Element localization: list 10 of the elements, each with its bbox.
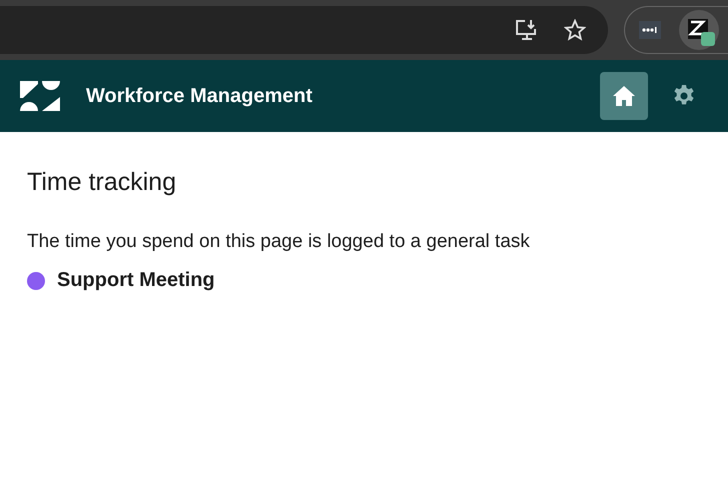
extension-icon[interactable]: [679, 10, 719, 50]
description: The time you spend on this page is logged to a general task: [27, 231, 531, 253]
home-button[interactable]: [600, 72, 648, 120]
task-name: Support Meeting: [57, 269, 215, 292]
extension-icon[interactable]: [639, 21, 661, 39]
logo-icon: [20, 81, 60, 111]
app-title: Workforce Management: [86, 84, 314, 108]
star-icon[interactable]: [564, 19, 586, 41]
home-icon: [612, 85, 636, 107]
page-title: Time tracking: [27, 168, 178, 197]
